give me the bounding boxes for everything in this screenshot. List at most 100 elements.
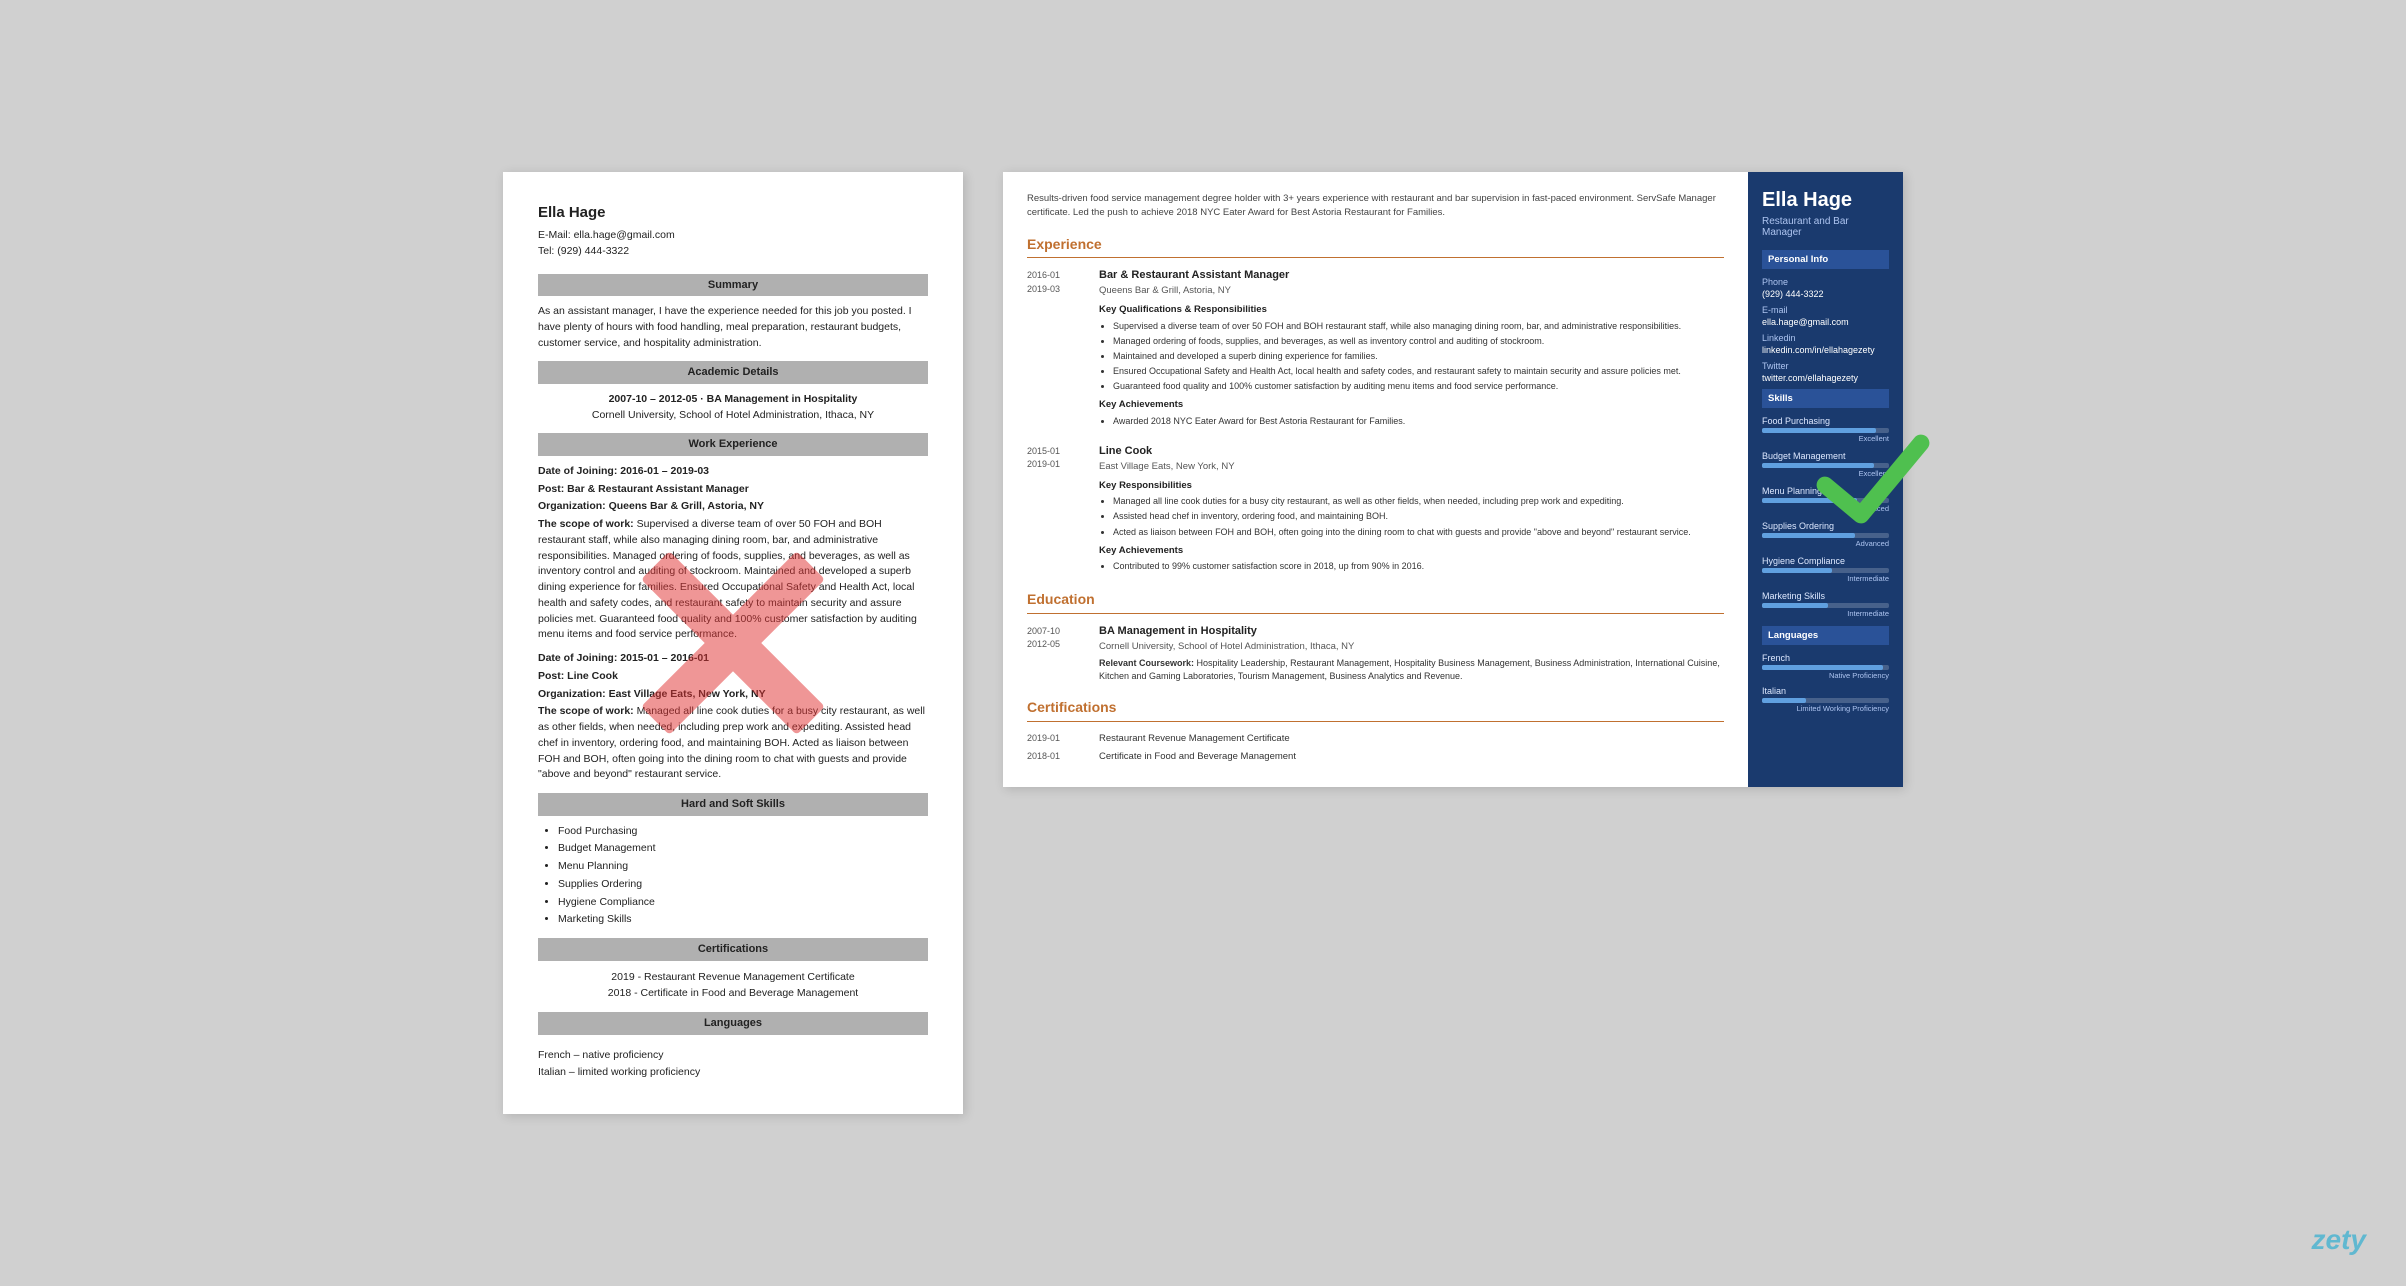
skill-bar-fill-0 [1762, 428, 1876, 433]
twitter-label: Twitter [1762, 361, 1889, 371]
cert1-title: Restaurant Revenue Management Certificat… [1099, 732, 1290, 746]
skill-bar-fill-4 [1762, 568, 1832, 573]
experience-section-title: Experience [1027, 234, 1724, 258]
edu1-entry: 2007-10 2012-05 BA Management in Hospita… [1027, 624, 1724, 684]
lang-name-1: Italian [1762, 686, 1889, 696]
work-header: Work Experience [538, 433, 928, 456]
edu1-coursework: Relevant Coursework: Hospitality Leaders… [1099, 657, 1724, 683]
skill-bar-fill-2 [1762, 498, 1857, 503]
job1-achievements: Awarded 2018 NYC Eater Award for Best As… [1099, 415, 1724, 428]
skills-list: Food Purchasing Budget Management Menu P… [538, 824, 928, 929]
job2-bullet-2: Assisted head chef in inventory, orderin… [1113, 510, 1724, 523]
skill-level-3: Advanced [1762, 539, 1889, 548]
skill-bar-fill-5 [1762, 603, 1828, 608]
work1-scope: The scope of work: Supervised a diverse … [538, 517, 928, 643]
job1-bullet-5: Guaranteed food quality and 100% custome… [1113, 380, 1724, 393]
lang-bar-fill-0 [1762, 665, 1883, 670]
skill-name-2: Menu Planning [1762, 486, 1889, 496]
skill-level-1: Excellent [1762, 469, 1889, 478]
phone-label: Phone [1762, 277, 1889, 287]
skill-bar-bg-2 [1762, 498, 1889, 503]
lang-bar-bg-1 [1762, 698, 1889, 703]
languages-header: Languages [1762, 626, 1889, 645]
job1-entry: 2016-01 2019-03 Bar & Restaurant Assista… [1027, 268, 1724, 430]
cert2-title: Certificate in Food and Beverage Managem… [1099, 750, 1296, 764]
work1-org: Organization: Queens Bar & Grill, Astori… [538, 499, 928, 515]
sidebar-name: Ella Hage [1762, 188, 1889, 212]
twitter-value: twitter.com/ellahagezety [1762, 373, 1889, 383]
resume-main-content: Results-driven food service management d… [1003, 172, 1748, 788]
linkedin-label: Linkedin [1762, 333, 1889, 343]
job2-org: East Village Eats, New York, NY [1099, 460, 1724, 474]
skill-name-4: Hygiene Compliance [1762, 556, 1889, 566]
skill-level-2: Advanced [1762, 504, 1889, 513]
skills-header: Skills [1762, 389, 1889, 408]
job1-bullets: Supervised a diverse team of over 50 FOH… [1099, 320, 1724, 393]
job2-dates: 2015-01 2019-01 [1027, 444, 1087, 575]
job1-org: Queens Bar & Grill, Astoria, NY [1099, 284, 1724, 298]
cert-header: Certifications [538, 938, 928, 961]
summary-header: Summary [538, 274, 928, 297]
skill-4: Supplies Ordering [558, 877, 928, 893]
skill-item-3: Supplies Ordering Advanced [1762, 521, 1889, 548]
skill-bar-bg-1 [1762, 463, 1889, 468]
cert-text: 2019 - Restaurant Revenue Management Cer… [538, 969, 928, 1003]
lang-level-1: Limited Working Proficiency [1762, 704, 1889, 713]
skill-bar-bg-3 [1762, 533, 1889, 538]
linkedin-value: linkedin.com/in/ellahagezety [1762, 345, 1889, 355]
skill-5: Hygiene Compliance [558, 895, 928, 911]
job1-title: Bar & Restaurant Assistant Manager [1099, 268, 1724, 284]
skill-item-4: Hygiene Compliance Intermediate [1762, 556, 1889, 583]
left-name: Ella Hage [538, 202, 928, 225]
email-value: ella.hage@gmail.com [1762, 317, 1889, 327]
lang-text: French – native proficiency Italian – li… [538, 1043, 928, 1085]
skill-bar-bg-0 [1762, 428, 1889, 433]
lang-name-0: French [1762, 653, 1889, 663]
skills-header: Hard and Soft Skills [538, 793, 928, 816]
skill-6: Marketing Skills [558, 912, 928, 928]
skill-bar-bg-5 [1762, 603, 1889, 608]
phone-value: (929) 444-3322 [1762, 289, 1889, 299]
email-label: E-mail [1762, 305, 1889, 315]
work1-post: Post: Bar & Restaurant Assistant Manager [538, 482, 928, 498]
job1-bullet-2: Managed ordering of foods, supplies, and… [1113, 335, 1724, 348]
job1-bullet-1: Supervised a diverse team of over 50 FOH… [1113, 320, 1724, 333]
skill-level-5: Intermediate [1762, 609, 1889, 618]
job1-dates: 2016-01 2019-03 [1027, 268, 1087, 430]
job1-achieve-1: Awarded 2018 NYC Eater Award for Best As… [1113, 415, 1724, 428]
skill-item-1: Budget Management Excellent [1762, 451, 1889, 478]
cert-section-title: Certifications [1027, 697, 1724, 721]
skill-1: Food Purchasing [558, 824, 928, 840]
intro-text: Results-driven food service management d… [1027, 192, 1724, 221]
cert2-entry: 2018-01 Certificate in Food and Beverage… [1027, 750, 1724, 764]
cert2-date: 2018-01 [1027, 750, 1087, 764]
cert1-entry: 2019-01 Restaurant Revenue Management Ce… [1027, 732, 1724, 746]
summary-text: As an assistant manager, I have the expe… [538, 304, 928, 351]
resume-sidebar: Ella Hage Restaurant and Bar Manager Per… [1748, 172, 1903, 788]
edu1-school: Cornell University, School of Hotel Admi… [1099, 640, 1724, 654]
resume-right: Results-driven food service management d… [1003, 172, 1903, 788]
skill-item-0: Food Purchasing Excellent [1762, 416, 1889, 443]
lang-header: Languages [538, 1012, 928, 1035]
job2-achieve-1: Contributed to 99% customer satisfaction… [1113, 560, 1724, 573]
work2-scope: The scope of work: Managed all line cook… [538, 704, 928, 783]
job2-title: Line Cook [1099, 444, 1724, 460]
languages-container: French Native Proficiency Italian Limite… [1762, 653, 1889, 713]
work2-org: Organization: East Village Eats, New Yor… [538, 687, 928, 703]
skill-name-5: Marketing Skills [1762, 591, 1889, 601]
work1-date-label: Date of Joining: 2016-01 – 2019-03 [538, 464, 928, 480]
job1-bullet-3: Maintained and developed a superb dining… [1113, 350, 1724, 363]
job2-content: Line Cook East Village Eats, New York, N… [1099, 444, 1724, 575]
job2-bullet-1: Managed all line cook duties for a busy … [1113, 495, 1724, 508]
work2-date-label: Date of Joining: 2015-01 – 2016-01 [538, 651, 928, 667]
personal-info-header: Personal Info [1762, 250, 1889, 269]
skill-name-0: Food Purchasing [1762, 416, 1889, 426]
sidebar-title: Restaurant and Bar Manager [1762, 216, 1889, 238]
edu1-degree: BA Management in Hospitality [1099, 624, 1724, 640]
lang-bar-bg-0 [1762, 665, 1889, 670]
job2-entry: 2015-01 2019-01 Line Cook East Village E… [1027, 444, 1724, 575]
resume-left: Ella Hage E-Mail: ella.hage@gmail.com Te… [503, 172, 963, 1115]
job1-bullet-4: Ensured Occupational Safety and Health A… [1113, 365, 1724, 378]
lang-bar-fill-1 [1762, 698, 1806, 703]
skill-bar-bg-4 [1762, 568, 1889, 573]
